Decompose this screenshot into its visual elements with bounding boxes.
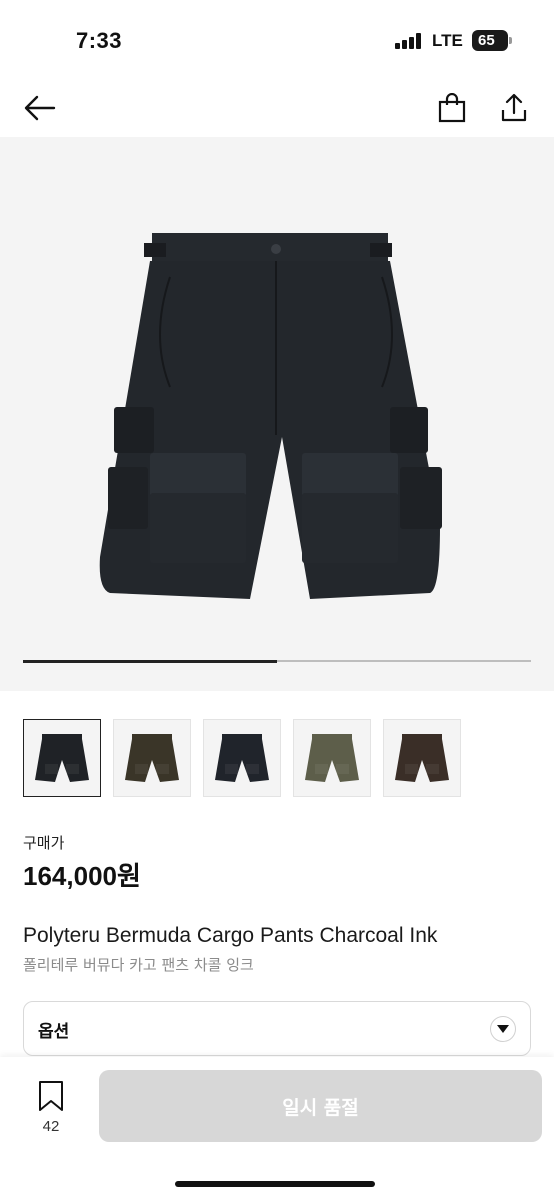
battery-icon: 65: [472, 30, 508, 51]
status-time: 7:33: [76, 28, 123, 53]
gallery-progress: [23, 659, 531, 663]
price-label: 구매가: [23, 834, 65, 852]
arrow-left-icon: [24, 95, 56, 121]
back-button[interactable]: [20, 88, 60, 128]
price: 164,000원: [23, 861, 141, 891]
bookmark-icon: [39, 1081, 63, 1111]
thumbnail-shorts-image: [125, 734, 179, 782]
shopping-bag-icon: [438, 93, 466, 123]
thumbnail-navy-black[interactable]: [203, 719, 281, 797]
thumbnail-olive[interactable]: [293, 719, 371, 797]
home-indicator: [175, 1181, 375, 1187]
option-select[interactable]: 옵션: [23, 1001, 531, 1056]
thumbnail-charcoal-ink[interactable]: [23, 719, 101, 797]
signal-icon: [395, 33, 423, 49]
thumbnail-shorts-image: [305, 734, 359, 782]
share-button[interactable]: [494, 88, 534, 128]
gallery-progress-fill: [23, 659, 277, 663]
cargo-shorts-image: [99, 233, 442, 599]
nav-bar: [0, 80, 554, 136]
bookmark-button[interactable]: 42: [30, 1080, 72, 1136]
cart-button[interactable]: [432, 88, 472, 128]
chevron-down-icon: [490, 1016, 516, 1042]
product-image[interactable]: [0, 137, 554, 691]
option-label: 옵션: [38, 1022, 70, 1042]
battery-level: 65: [478, 32, 495, 49]
thumbnail-brown[interactable]: [383, 719, 461, 797]
sold-out-button[interactable]: 일시 품절: [99, 1070, 542, 1142]
thumbnail-shorts-image: [35, 734, 89, 782]
battery-cap: [509, 37, 512, 44]
share-icon: [501, 93, 527, 122]
thumbnail-olive-dark[interactable]: [113, 719, 191, 797]
product-title-ko: 폴리테루 버뮤다 카고 팬츠 차콜 잉크: [23, 956, 254, 974]
bookmark-count: 42: [42, 1118, 60, 1135]
network-label: LTE: [432, 31, 463, 50]
product-title-en: Polyteru Bermuda Cargo Pants Charcoal In…: [23, 924, 438, 947]
thumbnail-shorts-image: [215, 734, 269, 782]
status-bar: 7:33 LTE 65: [0, 0, 554, 80]
thumbnail-shorts-image: [395, 734, 449, 782]
